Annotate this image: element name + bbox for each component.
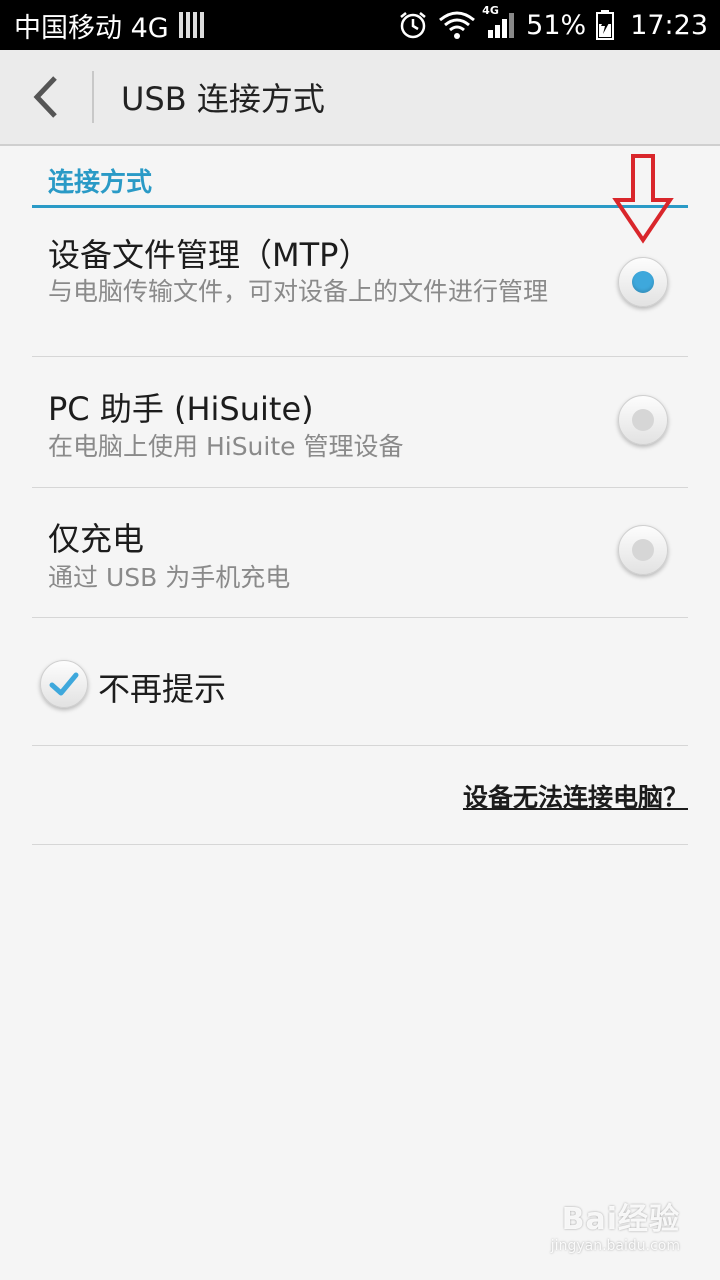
dont-remind-label: 不再提示 — [98, 670, 227, 708]
status-right: 4G 51% 17:23 — [398, 4, 708, 41]
title-bar: USB 连接方式 — [0, 50, 720, 146]
section-header: 连接方式 — [32, 158, 688, 208]
option-title: 仅充电 — [48, 520, 145, 558]
carrier-label: 中国移动 4G — [14, 12, 169, 44]
option-hisuite[interactable]: PC 助手 (HiSuite) 在电脑上使用 HiSuite 管理设备 — [32, 357, 688, 488]
red-arrow-annotation — [612, 154, 674, 244]
cell-signal-icon: 4G — [482, 4, 516, 40]
page-title: USB 连接方式 — [121, 80, 325, 118]
option-charge-only[interactable]: 仅充电 通过 USB 为手机充电 — [32, 488, 688, 618]
checkmark-icon — [49, 672, 79, 696]
radio-charge-only[interactable] — [618, 525, 668, 575]
back-chevron-icon — [33, 76, 57, 118]
help-row: 设备无法连接电脑？ — [32, 746, 688, 845]
battery-charging-icon — [596, 10, 615, 40]
back-button[interactable] — [0, 49, 92, 145]
option-description: 通过 USB 为手机充电 — [48, 563, 291, 592]
section-label: 连接方式 — [48, 168, 153, 198]
option-description: 与电脑传输文件，可对设备上的文件进行管理 — [48, 277, 549, 306]
alarm-icon — [398, 10, 428, 40]
watermark-logo: Bai经验 — [561, 1202, 680, 1237]
cannot-connect-link[interactable]: 设备无法连接电脑？ — [463, 778, 688, 814]
radio-hisuite[interactable] — [618, 395, 668, 445]
option-title: 设备文件管理（MTP） — [48, 236, 371, 274]
radio-mtp[interactable] — [618, 257, 668, 307]
radio-unselected-dot — [632, 539, 654, 561]
signal-bars-icon — [178, 12, 204, 38]
baidu-jingyan-watermark: Bai经验 jingyan.baidu.com — [551, 1194, 680, 1254]
option-description: 在电脑上使用 HiSuite 管理设备 — [48, 432, 404, 461]
title-divider — [92, 71, 94, 123]
dont-remind-row[interactable]: 不再提示 — [32, 618, 688, 746]
battery-percent: 51% — [526, 9, 587, 41]
clock: 17:23 — [630, 9, 708, 41]
dont-remind-checkbox[interactable] — [40, 660, 88, 708]
status-left: 中国移动 4G — [14, 6, 204, 45]
network-type-label: 4G — [482, 4, 499, 17]
radio-unselected-dot — [632, 409, 654, 431]
option-mtp[interactable]: 设备文件管理（MTP） 与电脑传输文件，可对设备上的文件进行管理 — [32, 212, 688, 357]
status-bar: 中国移动 4G 4G 51% 17:23 — [0, 0, 720, 50]
radio-selected-dot — [632, 271, 654, 293]
watermark-url: jingyan.baidu.com — [550, 1238, 680, 1254]
wifi-icon — [438, 10, 476, 40]
option-title: PC 助手 (HiSuite) — [48, 390, 314, 428]
